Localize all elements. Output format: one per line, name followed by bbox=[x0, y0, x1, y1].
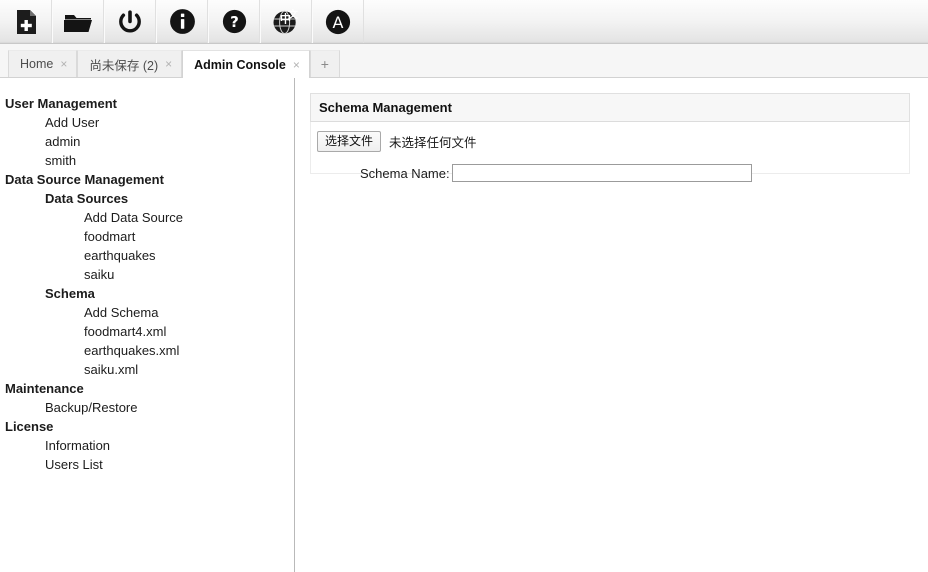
schema-upload-form: Schema Name: Upload bbox=[310, 164, 928, 182]
sidebar-item-earthquakes-xml[interactable]: earthquakes.xml bbox=[0, 341, 294, 360]
sidebar-item-license: License bbox=[5, 419, 54, 434]
file-status-label: 未选择任何文件 bbox=[389, 135, 477, 150]
close-icon[interactable]: × bbox=[293, 59, 300, 71]
sidebar-item-saiku[interactable]: saiku bbox=[0, 265, 294, 284]
sidebar-item-data-source-management: Data Source Management bbox=[5, 172, 164, 187]
close-icon[interactable]: × bbox=[60, 58, 67, 70]
tab-unsaved-label: 尚未保存 (2) bbox=[89, 58, 159, 73]
tab-unsaved[interactable]: 尚未保存 (2) × bbox=[77, 50, 183, 77]
upload-row: Upload bbox=[310, 191, 928, 213]
language-switch-button[interactable]: 中 文 bbox=[260, 0, 312, 43]
close-icon[interactable]: × bbox=[165, 58, 172, 70]
power-icon bbox=[116, 8, 144, 36]
schema-name-input[interactable] bbox=[451, 164, 752, 182]
sidebar-item-saiku-xml[interactable]: saiku.xml bbox=[0, 360, 294, 379]
sidebar-item-earthquakes[interactable]: earthquakes bbox=[0, 246, 294, 265]
sidebar-item-add-data-source[interactable]: Add Data Source bbox=[0, 208, 294, 227]
sidebar-item-foodmart[interactable]: foodmart bbox=[0, 227, 294, 246]
new-file-icon bbox=[13, 8, 39, 36]
sidebar-item-add-user[interactable]: Add User bbox=[0, 113, 294, 132]
new-file-button[interactable] bbox=[0, 0, 52, 43]
language-globe-icon: 中 文 bbox=[272, 8, 300, 35]
power-logout-button[interactable] bbox=[104, 0, 156, 43]
admin-sidebar: User Management Add User admin smith Dat… bbox=[0, 78, 295, 572]
tab-admin-console-label: Admin Console bbox=[194, 57, 286, 72]
sidebar-item-schema: Schema bbox=[45, 286, 95, 301]
tab-bar: Home × 尚未保存 (2) × Admin Console × + bbox=[0, 44, 928, 78]
file-upload-row: 选择文件 未选择任何文件 bbox=[311, 131, 909, 152]
svg-text:A: A bbox=[333, 13, 344, 32]
schema-name-label: Schema Name: bbox=[360, 165, 450, 181]
new-tab-button[interactable]: + bbox=[309, 50, 340, 77]
about-button[interactable]: A bbox=[312, 0, 364, 43]
panel-title: Schema Management bbox=[310, 93, 910, 122]
sidebar-item-admin[interactable]: admin bbox=[0, 132, 294, 151]
tab-home-label: Home bbox=[20, 57, 54, 71]
open-folder-icon bbox=[63, 9, 93, 35]
sidebar-item-smith[interactable]: smith bbox=[0, 151, 294, 170]
svg-text:文: 文 bbox=[288, 8, 299, 21]
info-icon bbox=[169, 8, 196, 35]
svg-text:?: ? bbox=[230, 13, 239, 31]
sidebar-item-users-list[interactable]: Users List bbox=[0, 455, 294, 474]
help-question-icon: ? bbox=[222, 9, 247, 34]
sidebar-item-data-sources: Data Sources bbox=[45, 191, 129, 206]
main-content: Schema Management 选择文件 未选择任何文件 Schema Na… bbox=[296, 78, 928, 572]
sidebar-item-maintenance: Maintenance bbox=[5, 381, 84, 396]
choose-file-button[interactable]: 选择文件 bbox=[317, 131, 382, 152]
open-folder-button[interactable] bbox=[52, 0, 104, 43]
sidebar-item-foodmart4-xml[interactable]: foodmart4.xml bbox=[0, 322, 294, 341]
sidebar-item-backup-restore[interactable]: Backup/Restore bbox=[0, 398, 294, 417]
sidebar-item-user-management: User Management bbox=[5, 96, 117, 111]
tab-admin-console[interactable]: Admin Console × bbox=[182, 50, 310, 78]
main-toolbar: ? 中 文 A bbox=[0, 0, 928, 44]
sidebar-item-add-schema[interactable]: Add Schema bbox=[0, 303, 294, 322]
info-button[interactable] bbox=[156, 0, 208, 43]
help-button[interactable]: ? bbox=[208, 0, 260, 43]
schema-name-row: Schema Name: bbox=[310, 164, 928, 182]
schema-management-panel: Schema Management 选择文件 未选择任何文件 bbox=[310, 93, 910, 174]
circled-a-icon: A bbox=[325, 9, 351, 35]
sidebar-item-information[interactable]: Information bbox=[0, 436, 294, 455]
tab-home[interactable]: Home × bbox=[8, 50, 78, 77]
